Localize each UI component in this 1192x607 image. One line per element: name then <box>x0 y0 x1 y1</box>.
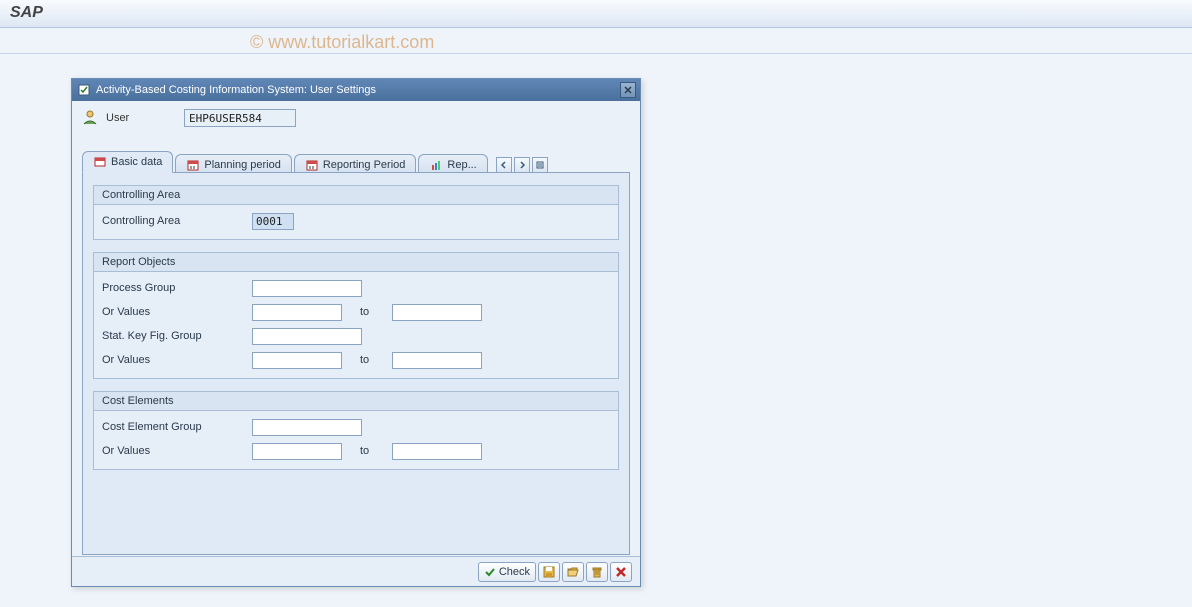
save-icon <box>542 565 556 579</box>
tab-label: Basic data <box>111 156 162 168</box>
toolbar-spacer <box>0 28 1192 54</box>
skf-group-label: Stat. Key Fig. Group <box>102 330 252 342</box>
dialog-title: Activity-Based Costing Information Syste… <box>96 84 376 96</box>
planning-period-icon <box>186 158 200 172</box>
tab-reporting-period[interactable]: Reporting Period <box>294 154 417 174</box>
dialog-icon <box>76 82 92 98</box>
ce-or-values-label: Or Values <box>102 445 252 457</box>
controlling-area-field[interactable]: 0001 <box>252 213 294 230</box>
group-title: Report Objects <box>94 253 618 272</box>
to-label: to <box>342 306 392 318</box>
folder-open-icon <box>566 565 580 579</box>
tab-label: Rep... <box>447 159 476 171</box>
tab-strip: Basic data Planning period Reporting Per… <box>82 151 630 173</box>
controlling-area-label: Controlling Area <box>102 215 252 227</box>
or-values-1-to-input[interactable] <box>392 304 482 321</box>
tab-scroll-left-button[interactable] <box>496 157 512 173</box>
process-group-input[interactable] <box>252 280 362 297</box>
report-objects-group: Report Objects Process Group Or Values t… <box>93 252 619 379</box>
app-title: SAP <box>10 4 43 21</box>
user-row: User EHP6USER584 <box>72 101 640 133</box>
or-values-2-from-input[interactable] <box>252 352 342 369</box>
process-group-row: Process Group <box>102 276 610 300</box>
user-label: User <box>106 112 178 124</box>
save-button[interactable] <box>538 562 560 582</box>
dialog-footer: Check <box>72 556 640 586</box>
or-values-2-row: Or Values to <box>102 348 610 372</box>
main-area: Activity-Based Costing Information Syste… <box>0 54 1192 607</box>
tab-nav-group <box>496 157 548 173</box>
or-values-2-label: Or Values <box>102 354 252 366</box>
chevron-left-icon <box>500 161 508 169</box>
dialog-close-button[interactable] <box>620 82 636 98</box>
basic-data-icon <box>93 155 107 169</box>
ce-or-values-to-input[interactable] <box>392 443 482 460</box>
cost-element-group-row: Cost Element Group <box>102 415 610 439</box>
tab-list-button[interactable] <box>532 157 548 173</box>
skf-group-input[interactable] <box>252 328 362 345</box>
to-label: to <box>342 445 392 457</box>
tab-planning-period[interactable]: Planning period <box>175 154 291 174</box>
cost-element-group-input[interactable] <box>252 419 362 436</box>
dialog-titlebar[interactable]: Activity-Based Costing Information Syste… <box>72 79 640 101</box>
controlling-area-group: Controlling Area Controlling Area 0001 <box>93 185 619 240</box>
check-button-label: Check <box>499 566 530 578</box>
tab-basic-data[interactable]: Basic data <box>82 151 173 173</box>
tab-scroll-right-button[interactable] <box>514 157 530 173</box>
check-button[interactable]: Check <box>478 562 536 582</box>
process-group-label: Process Group <box>102 282 252 294</box>
tab-strip-wrap: Basic data Planning period Reporting Per… <box>72 151 640 556</box>
ce-or-values-row: Or Values to <box>102 439 610 463</box>
reporting-period-icon <box>305 158 319 172</box>
tab-label: Planning period <box>204 159 280 171</box>
app-title-bar: SAP <box>0 0 1192 28</box>
cancel-button[interactable] <box>610 562 632 582</box>
group-title: Controlling Area <box>94 186 618 205</box>
skf-group-row: Stat. Key Fig. Group <box>102 324 610 348</box>
user-icon <box>82 109 100 127</box>
trash-icon <box>590 565 604 579</box>
tab-rep[interactable]: Rep... <box>418 154 487 174</box>
ce-or-values-from-input[interactable] <box>252 443 342 460</box>
tab-panel-basic-data: Controlling Area Controlling Area 0001 R… <box>82 172 630 555</box>
user-settings-dialog: Activity-Based Costing Information Syste… <box>71 78 641 587</box>
delete-button[interactable] <box>586 562 608 582</box>
controlling-area-row: Controlling Area 0001 <box>102 209 610 233</box>
list-icon <box>536 161 544 169</box>
or-values-1-from-input[interactable] <box>252 304 342 321</box>
or-values-2-to-input[interactable] <box>392 352 482 369</box>
cancel-icon <box>614 565 628 579</box>
cost-element-group-label: Cost Element Group <box>102 421 252 433</box>
rep-icon <box>429 158 443 172</box>
close-icon <box>624 86 632 94</box>
check-icon <box>484 566 496 578</box>
cost-elements-group: Cost Elements Cost Element Group Or Valu… <box>93 391 619 470</box>
to-label: to <box>342 354 392 366</box>
get-variant-button[interactable] <box>562 562 584 582</box>
tab-label: Reporting Period <box>323 159 406 171</box>
or-values-1-label: Or Values <box>102 306 252 318</box>
or-values-1-row: Or Values to <box>102 300 610 324</box>
group-title: Cost Elements <box>94 392 618 411</box>
user-field: EHP6USER584 <box>184 109 296 127</box>
chevron-right-icon <box>518 161 526 169</box>
